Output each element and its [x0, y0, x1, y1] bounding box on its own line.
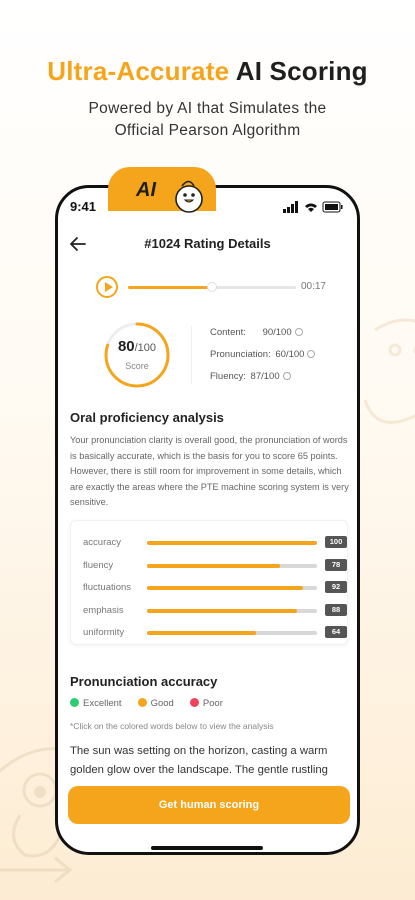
hero-subtitle-line1: Powered by AI that Simulates the	[88, 100, 327, 117]
proficiency-bars-card: accuracy 100 fluency 78 fluctuations 92 emphas…	[70, 520, 348, 645]
bar-fill	[147, 586, 304, 590]
analysis-title: Oral proficiency analysis	[70, 410, 224, 425]
legend-item-poor: Poor	[189, 698, 223, 709]
audio-progress-track[interactable]	[128, 282, 296, 292]
ai-badge-tab: AI	[108, 167, 216, 213]
wifi-icon	[305, 203, 317, 212]
play-icon[interactable]	[96, 276, 118, 298]
hero-title: Ultra-Accurate AI Scoring	[0, 56, 415, 87]
bar-fill	[147, 608, 297, 613]
hero-subtitle-line2: Official Pearson Algorithm	[114, 122, 301, 139]
metric-content: Content: 90/100	[210, 326, 350, 348]
score-value: 80	[117, 338, 135, 355]
score-metrics: Content: 90/100 Pronunciation: 60/100 Fl…	[210, 326, 350, 392]
bar-track	[147, 631, 317, 635]
bar-value: 64	[325, 626, 347, 638]
hero-title-accent: Ultra-Accurate	[47, 56, 230, 86]
metric-label: Pronunciation:	[210, 349, 271, 360]
legend-dot-icon	[70, 698, 79, 707]
navigation-bar: #1024 Rating Details	[58, 232, 357, 256]
info-icon[interactable]	[294, 328, 303, 336]
bar-label: fluency	[83, 559, 114, 571]
metric-label: Fluency:	[210, 371, 246, 382]
bar-label: uniformity	[83, 627, 125, 638]
score-max: /100	[134, 342, 157, 354]
passage-text[interactable]: The sun was setting on the horizon, cast…	[70, 742, 352, 782]
pronunciation-title: Pronunciation accuracy	[70, 674, 218, 689]
bar-value: 78	[325, 558, 347, 571]
pronunciation-hint: *Click on the colored words below to vie…	[70, 721, 274, 731]
bar-track	[147, 608, 317, 613]
proficiency-bar-emphasis: emphasis 88	[83, 603, 347, 617]
legend-label: Excellent	[83, 698, 122, 709]
bar-fill	[147, 631, 256, 635]
status-icons	[283, 201, 343, 213]
ai-badge-label: AI	[136, 179, 156, 201]
metric-pronunciation: Pronunciation: 60/100	[210, 348, 350, 370]
legend-dot-icon	[137, 698, 147, 707]
legend-item-excellent: Excellent	[70, 698, 122, 709]
proficiency-bar-accuracy: accuracy 100	[83, 536, 347, 549]
status-time: 9:41	[70, 199, 97, 214]
divider	[191, 326, 192, 384]
proficiency-bar-fluency: fluency 78	[83, 558, 347, 572]
metric-value: 90/100	[262, 327, 292, 338]
metric-value: 87/100	[250, 371, 280, 382]
audio-time: 00:17	[300, 281, 326, 292]
metric-fluency: Fluency: 87/100	[210, 370, 350, 392]
bar-fill	[147, 541, 317, 545]
phone-frame: 9:41 #1024 Rating Details 00:17 80/100 S…	[55, 185, 360, 855]
battery-icon	[322, 201, 343, 213]
score-value-group: 80/100	[102, 338, 172, 356]
bar-track	[147, 563, 317, 568]
bar-label: emphasis	[83, 604, 124, 616]
bar-track	[147, 541, 317, 545]
page-title: #1024 Rating Details	[144, 236, 271, 251]
pronunciation-legend: Excellent Good Poor	[70, 698, 239, 712]
audio-progress-knob[interactable]	[207, 282, 217, 292]
bar-value: 100	[325, 536, 347, 548]
info-icon[interactable]	[282, 372, 291, 380]
bar-label: fluctuations	[83, 582, 132, 593]
legend-item-good: Good	[137, 698, 174, 709]
audio-progress-fill	[128, 286, 212, 289]
legend-dot-icon	[189, 698, 199, 707]
info-icon[interactable]	[307, 350, 316, 358]
proficiency-bar-fluctuations: fluctuations 92	[83, 581, 347, 594]
legend-label: Poor	[202, 698, 223, 709]
duck-mascot-icon	[175, 180, 203, 213]
audio-player: 00:17	[96, 276, 326, 300]
metric-value: 60/100	[275, 349, 305, 360]
bar-fill	[147, 563, 280, 568]
hero-title-rest: AI Scoring	[235, 56, 368, 86]
analysis-text: Your pronunciation clarity is overall go…	[70, 435, 349, 507]
bar-value: 92	[325, 581, 347, 593]
proficiency-bar-uniformity: uniformity 64	[83, 626, 347, 639]
hero-subtitle: Powered by AI that Simulates the Officia…	[0, 98, 415, 142]
signal-icon	[283, 201, 298, 213]
home-indicator	[151, 846, 263, 850]
legend-label: Good	[150, 698, 174, 709]
bar-label: accuracy	[83, 537, 122, 548]
metric-label: Content:	[210, 327, 246, 338]
bar-value: 88	[325, 603, 347, 616]
score-label: Score	[125, 361, 149, 371]
bar-track	[147, 586, 317, 590]
get-human-scoring-button[interactable]: Get human scoring	[68, 786, 350, 824]
